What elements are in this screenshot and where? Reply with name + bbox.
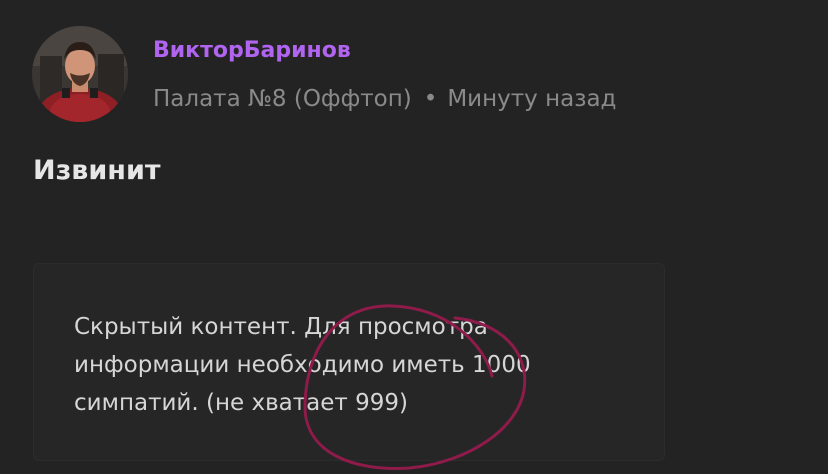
meta-separator: •	[423, 86, 438, 112]
hidden-content-text: Скрытый контент. Для просмотра информаци…	[74, 314, 531, 416]
post-title: Извинит	[33, 155, 161, 186]
user-photo-icon	[32, 26, 128, 122]
post-meta: Палата №8 (Оффтоп) • Минуту назад	[153, 86, 616, 112]
hidden-content-block: Скрытый контент. Для просмотра информаци…	[33, 263, 665, 461]
author-name-link[interactable]: ВикторБаринов	[153, 38, 351, 63]
post-time[interactable]: Минуту назад	[447, 86, 616, 112]
forum-post: ВикторБаринов Палата №8 (Оффтоп) • Минуту …	[0, 0, 828, 474]
forum-link[interactable]: Палата №8 (Оффтоп)	[153, 86, 412, 112]
avatar[interactable]	[32, 26, 128, 122]
